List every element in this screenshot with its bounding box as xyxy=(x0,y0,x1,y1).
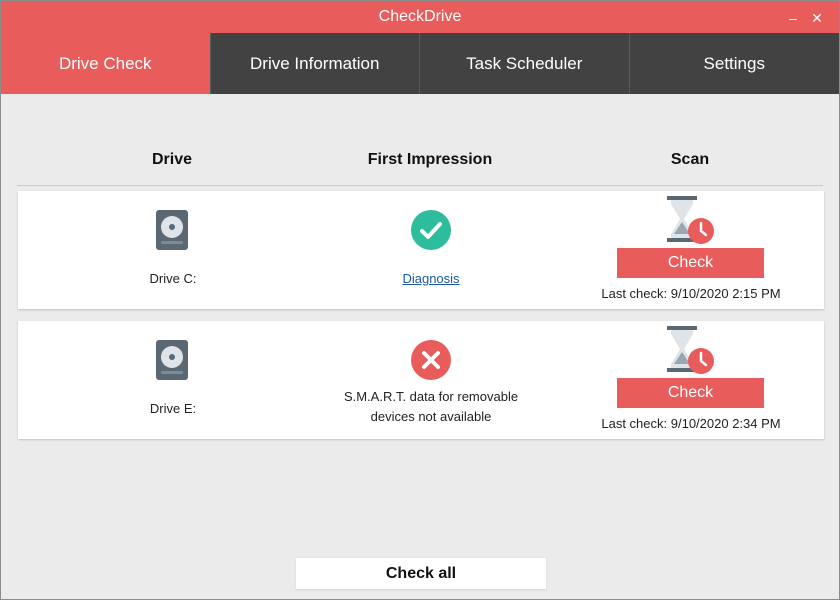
smart-status-line-2: devices not available xyxy=(370,409,492,424)
last-check-text: Last check: 9/10/2020 2:15 PM xyxy=(601,286,781,301)
last-check-text: Last check: 9/10/2020 2:34 PM xyxy=(601,416,781,431)
tab-task-scheduler[interactable]: Task Scheduler xyxy=(420,33,630,94)
x-circle-icon xyxy=(411,340,451,380)
hard-drive-icon xyxy=(156,210,188,250)
check-button[interactable]: Check xyxy=(617,248,764,278)
column-header-scan: Scan xyxy=(670,151,710,168)
check-button[interactable]: Check xyxy=(617,378,764,408)
drive-row: Drive E: S.M.A.R.T. data for removable d… xyxy=(18,321,824,439)
minimize-button[interactable]: – xyxy=(783,1,803,33)
hourglass-clock-icon xyxy=(667,326,714,374)
hourglass-clock-icon xyxy=(667,196,714,244)
drive-row: Drive C: Diagnosis Check Last check: 9/1… xyxy=(18,191,824,309)
column-header-drive: Drive xyxy=(151,151,193,168)
app-window: CheckDrive – ✕ Drive Check Drive Informa… xyxy=(0,0,840,600)
table-header: Drive First Impression Scan xyxy=(17,139,823,186)
drive-label: Drive E: xyxy=(149,401,197,416)
check-all-button[interactable]: Check all xyxy=(296,558,546,589)
tab-drive-check[interactable]: Drive Check xyxy=(1,33,211,94)
title-bar: CheckDrive – ✕ xyxy=(1,1,839,33)
column-header-first-impression: First Impression xyxy=(367,151,493,168)
tab-settings[interactable]: Settings xyxy=(629,33,839,94)
app-title: CheckDrive xyxy=(378,8,462,25)
tab-bar: Drive Check Drive Information Task Sched… xyxy=(1,33,839,94)
diagnosis-link[interactable]: Diagnosis xyxy=(331,271,531,286)
close-button[interactable]: ✕ xyxy=(807,1,827,33)
smart-status-line-1: S.M.A.R.T. data for removable xyxy=(343,389,519,404)
tab-drive-information[interactable]: Drive Information xyxy=(210,33,420,94)
check-circle-icon xyxy=(411,210,451,250)
hard-drive-icon xyxy=(156,340,188,380)
smart-status-text: S.M.A.R.T. data for removable devices no… xyxy=(321,387,541,427)
drive-label: Drive C: xyxy=(149,271,197,286)
